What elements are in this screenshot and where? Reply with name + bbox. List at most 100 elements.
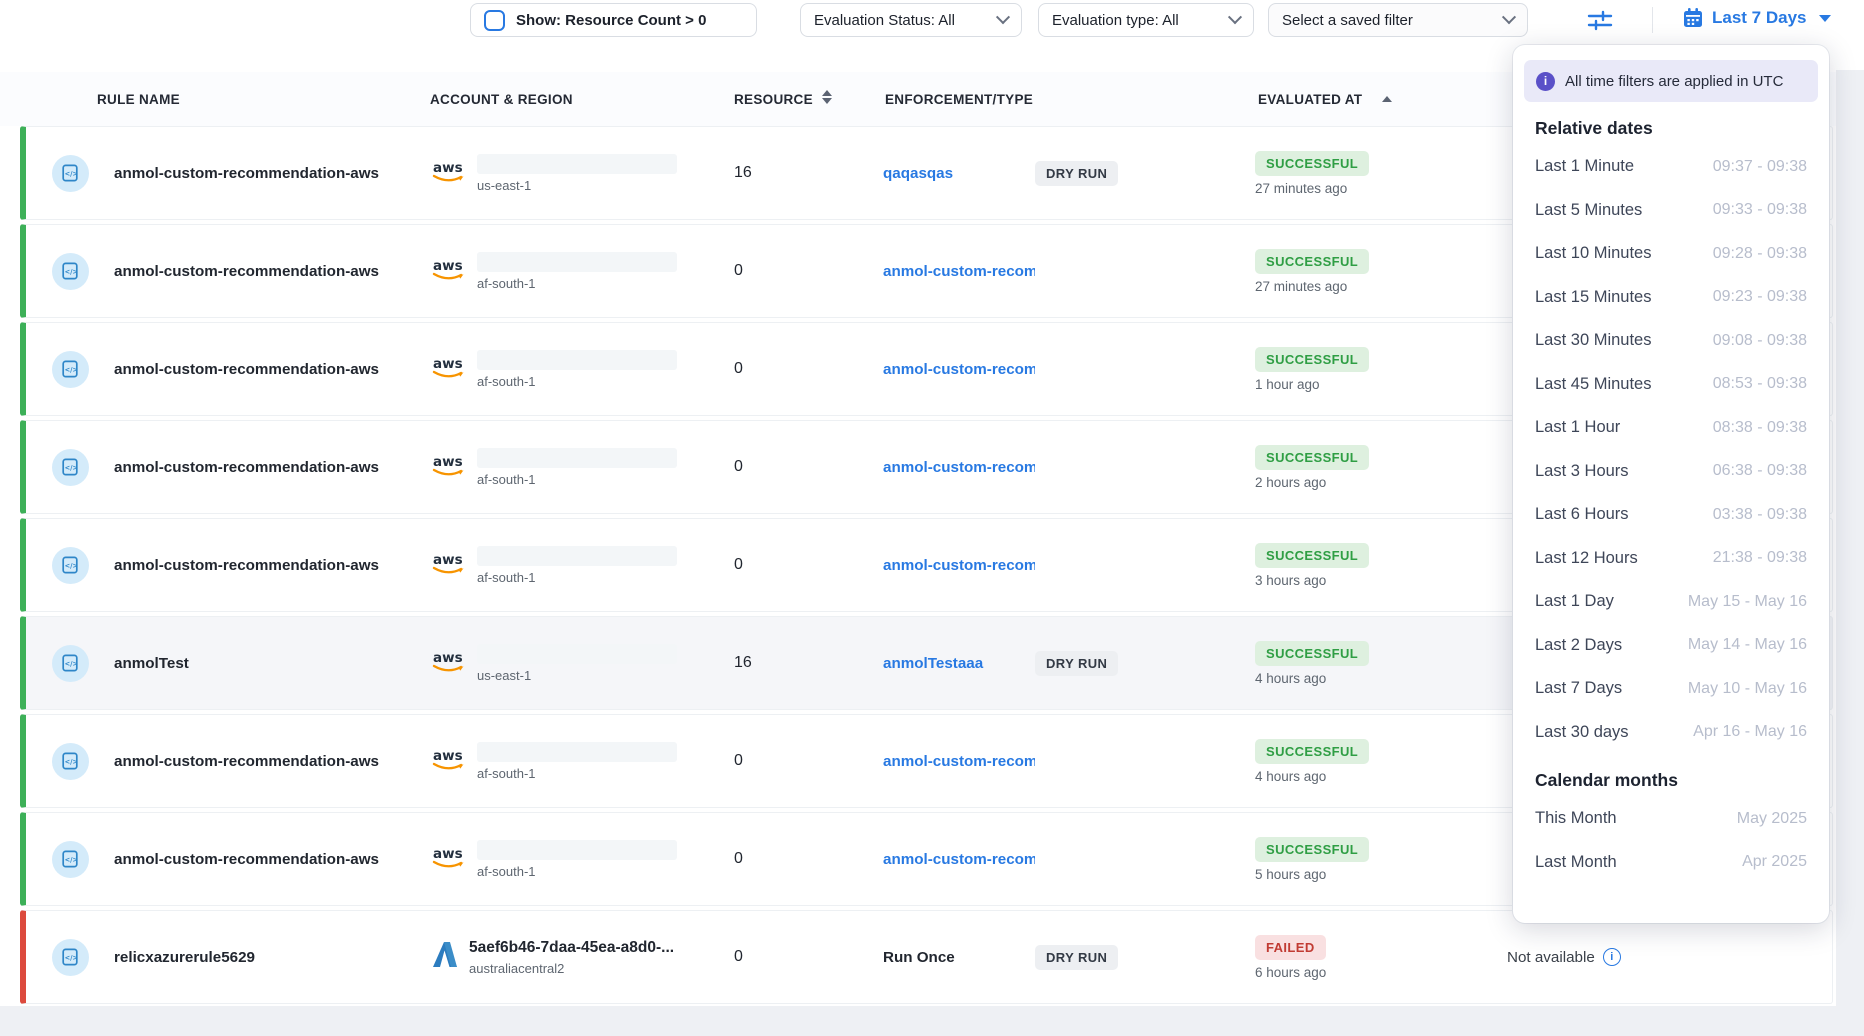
resource-count: 16 bbox=[704, 654, 852, 672]
enforcement-link[interactable]: Run Once bbox=[883, 949, 1035, 966]
date-option-label: Last 1 Day bbox=[1535, 592, 1614, 611]
date-option-label: This Month bbox=[1535, 809, 1617, 828]
chevron-down-icon bbox=[1228, 10, 1242, 24]
enforcement-link[interactable]: anmol-custom-recommen... bbox=[883, 459, 1035, 476]
status-badge: SUCCESSFUL bbox=[1255, 543, 1369, 568]
evaluated-time: 27 minutes ago bbox=[1255, 181, 1347, 196]
date-option[interactable]: Last 30 Minutes 09:08 - 09:38 bbox=[1513, 319, 1829, 363]
enforcement-link[interactable]: anmol-custom-recommen... bbox=[883, 753, 1035, 770]
column-header-evaluated[interactable]: EVALUATED AT bbox=[1258, 92, 1362, 107]
column-header-enforcement[interactable]: ENFORCEMENT/TYPE bbox=[885, 92, 1033, 107]
evaluated-time: 5 hours ago bbox=[1255, 867, 1326, 882]
rule-name: anmol-custom-recommendation-aws bbox=[114, 851, 414, 868]
saved-filter-dropdown[interactable]: Select a saved filter bbox=[1268, 3, 1528, 37]
date-option[interactable]: Last Month Apr 2025 bbox=[1513, 841, 1829, 885]
enforcement-link[interactable]: anmol-custom-recommen... bbox=[883, 263, 1035, 280]
enforcement-link[interactable]: anmolTestaaa bbox=[883, 655, 1035, 672]
date-option-range: 08:53 - 09:38 bbox=[1713, 375, 1807, 393]
date-option[interactable]: Last 5 Minutes 09:33 - 09:38 bbox=[1513, 189, 1829, 233]
status-badge: SUCCESSFUL bbox=[1255, 837, 1369, 862]
date-option[interactable]: Last 45 Minutes 08:53 - 09:38 bbox=[1513, 363, 1829, 407]
date-option[interactable]: Last 6 Hours 03:38 - 09:38 bbox=[1513, 493, 1829, 537]
date-option-label: Last 3 Hours bbox=[1535, 462, 1629, 481]
date-option-label: Last 6 Hours bbox=[1535, 505, 1629, 524]
date-option-range: 08:38 - 09:38 bbox=[1713, 419, 1807, 437]
date-option[interactable]: Last 7 Days May 10 - May 16 bbox=[1513, 667, 1829, 711]
date-option-range: 09:23 - 09:38 bbox=[1713, 288, 1807, 306]
date-option-label: Last 5 Minutes bbox=[1535, 201, 1642, 220]
svg-text:</>: </> bbox=[65, 170, 78, 178]
rule-name: anmol-custom-recommendation-aws bbox=[114, 753, 414, 770]
date-option-label: Last Month bbox=[1535, 853, 1617, 872]
account-name-redacted bbox=[477, 840, 677, 860]
date-option[interactable]: Last 2 Days May 14 - May 16 bbox=[1513, 624, 1829, 668]
column-header-rule-name[interactable]: RULE NAME bbox=[97, 92, 180, 107]
date-option[interactable]: This Month May 2025 bbox=[1513, 797, 1829, 841]
date-range-dropdown[interactable]: Last 7 Days bbox=[1682, 7, 1831, 29]
enforcement-link[interactable]: qaqasqas bbox=[883, 165, 1035, 182]
date-option-label: Last 2 Days bbox=[1535, 636, 1622, 655]
resource-count: 0 bbox=[704, 262, 852, 280]
enforcement-link[interactable]: anmol-custom-recommen... bbox=[883, 557, 1035, 574]
resource-count: 0 bbox=[704, 948, 852, 966]
rule-icon: </> bbox=[52, 449, 89, 486]
column-header-account[interactable]: ACCOUNT & REGION bbox=[430, 92, 573, 107]
page-background-strip bbox=[0, 1006, 1864, 1036]
resource-count-filter-toggle[interactable]: Show: Resource Count > 0 bbox=[470, 3, 757, 37]
evaluation-status-dropdown[interactable]: Evaluation Status: All bbox=[800, 3, 1022, 37]
info-icon[interactable]: i bbox=[1603, 948, 1621, 966]
evaluated-time: 6 hours ago bbox=[1255, 965, 1326, 980]
date-option-label: Last 1 Hour bbox=[1535, 418, 1620, 437]
table-row[interactable]: </> relicxazurerule5629 aws bbox=[20, 910, 1833, 1004]
enforcement-link[interactable]: anmol-custom-recommen... bbox=[883, 851, 1035, 868]
rule-icon: </> bbox=[52, 351, 89, 388]
date-option[interactable]: Last 10 Minutes 09:28 - 09:38 bbox=[1513, 232, 1829, 276]
page-background-strip-right bbox=[1836, 70, 1864, 1036]
svg-text:</>: </> bbox=[65, 758, 78, 766]
rule-name: anmol-custom-recommendation-aws bbox=[114, 459, 414, 476]
date-option-range: Apr 2025 bbox=[1742, 853, 1807, 871]
column-header-resource[interactable]: RESOURCE bbox=[734, 92, 813, 107]
rule-name: anmol-custom-recommendation-aws bbox=[114, 263, 414, 280]
region-label: af-south-1 bbox=[477, 472, 677, 487]
rule-icon: </> bbox=[52, 841, 89, 878]
date-option-range: 21:38 - 09:38 bbox=[1713, 549, 1807, 567]
svg-text:</>: </> bbox=[65, 366, 78, 374]
date-option[interactable]: Last 15 Minutes 09:23 - 09:38 bbox=[1513, 276, 1829, 320]
date-option[interactable]: Last 1 Hour 08:38 - 09:38 bbox=[1513, 406, 1829, 450]
info-icon: i bbox=[1536, 72, 1555, 91]
date-option-range: May 10 - May 16 bbox=[1688, 680, 1807, 698]
date-range-panel: i All time filters are applied in UTC Re… bbox=[1513, 45, 1829, 923]
date-option[interactable]: Last 3 Hours 06:38 - 09:38 bbox=[1513, 450, 1829, 494]
date-option-range: Apr 16 - May 16 bbox=[1693, 723, 1807, 741]
region-label: af-south-1 bbox=[477, 276, 677, 291]
checkbox[interactable] bbox=[484, 10, 505, 31]
svg-text:aws: aws bbox=[433, 650, 463, 666]
resource-count: 16 bbox=[704, 164, 852, 182]
date-option-range: 03:38 - 09:38 bbox=[1713, 506, 1807, 524]
date-option[interactable]: Last 1 Day May 15 - May 16 bbox=[1513, 580, 1829, 624]
date-option[interactable]: Last 12 Hours 21:38 - 09:38 bbox=[1513, 537, 1829, 581]
sort-asc-icon[interactable] bbox=[1382, 96, 1392, 102]
resource-count: 0 bbox=[704, 556, 852, 574]
sort-icon[interactable] bbox=[822, 90, 832, 104]
date-option-label: Last 45 Minutes bbox=[1535, 375, 1651, 394]
enforcement-link[interactable]: anmol-custom-recommen... bbox=[883, 361, 1035, 378]
utc-notice: i All time filters are applied in UTC bbox=[1524, 60, 1818, 102]
evaluation-type-dropdown[interactable]: Evaluation type: All bbox=[1038, 3, 1254, 37]
date-option[interactable]: Last 1 Minute 09:37 - 09:38 bbox=[1513, 145, 1829, 189]
svg-text:aws: aws bbox=[433, 454, 463, 470]
resource-count: 0 bbox=[704, 458, 852, 476]
account-name-redacted bbox=[477, 448, 677, 468]
date-option[interactable]: Last 30 days Apr 16 - May 16 bbox=[1513, 711, 1829, 755]
rule-icon: </> bbox=[52, 155, 89, 192]
account-name-redacted bbox=[477, 154, 677, 174]
evaluated-time: 3 hours ago bbox=[1255, 573, 1326, 588]
rule-name: anmol-custom-recommendation-aws bbox=[114, 165, 414, 182]
svg-text:</>: </> bbox=[65, 464, 78, 472]
evaluation-type-label: Evaluation type: All bbox=[1052, 12, 1179, 29]
resource-count: 0 bbox=[704, 850, 852, 868]
date-option-range: May 14 - May 16 bbox=[1688, 636, 1807, 654]
dry-run-badge: DRY RUN bbox=[1035, 651, 1118, 676]
filter-settings-button[interactable] bbox=[1585, 6, 1615, 37]
